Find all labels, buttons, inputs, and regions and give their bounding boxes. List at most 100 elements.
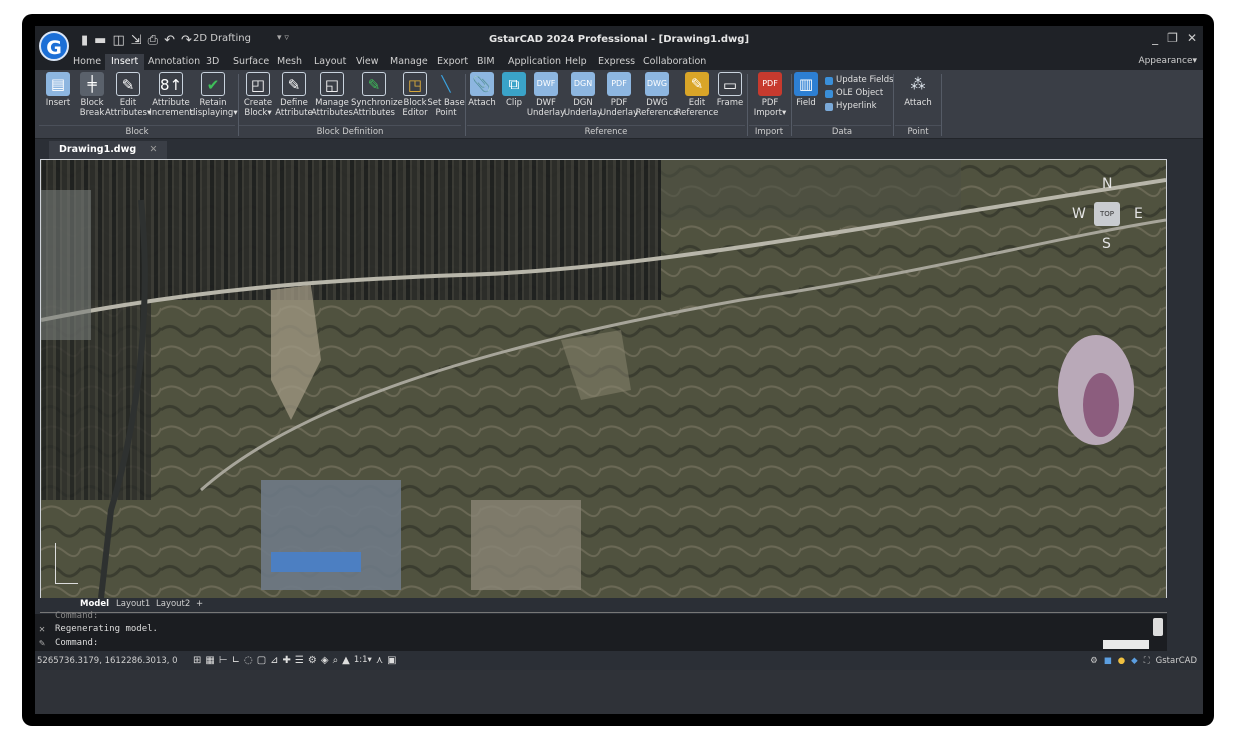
- restore-button[interactable]: ❐: [1167, 31, 1178, 45]
- group-point-cloud: Point Cloud: [895, 125, 941, 149]
- taskbar-area: [35, 670, 1203, 714]
- manage-attributes-button[interactable]: ◱ Manage Attributes: [309, 72, 355, 118]
- tab-3d[interactable]: 3D: [206, 56, 219, 67]
- hyperlink-icon: [825, 102, 833, 111]
- edit-attributes-icon: ✎: [116, 72, 140, 96]
- status-right: ⚙ ■ ● ◆ ⛶ GstarCAD: [1090, 656, 1197, 666]
- manage-attributes-icon: ◱: [320, 72, 344, 96]
- navcube-east[interactable]: E: [1134, 206, 1143, 222]
- horizontal-scrollbar[interactable]: [1103, 640, 1149, 649]
- retain-displaying-button[interactable]: ✔ Retain displaying▾: [190, 72, 238, 118]
- pdf-import-icon: PDF: [758, 72, 782, 96]
- polar-icon[interactable]: ∟: [232, 655, 240, 666]
- block-break-icon: ╪: [80, 72, 104, 96]
- close-button[interactable]: ✕: [1187, 31, 1197, 45]
- annotation-scale[interactable]: 1:1▾: [354, 655, 372, 666]
- document-tab-drawing1[interactable]: Drawing1.dwg ✕: [49, 141, 168, 159]
- brand-label: GstarCAD: [1155, 656, 1197, 666]
- tab-export[interactable]: Export: [437, 56, 468, 67]
- ole-object-button[interactable]: OLE Object: [825, 87, 894, 100]
- object-snap-icon[interactable]: ◌: [244, 655, 253, 666]
- tab-layout1[interactable]: Layout1: [116, 599, 150, 609]
- grid-snap-icon[interactable]: ⊞: [193, 655, 201, 666]
- snap-tracking-icon[interactable]: ▢: [257, 655, 266, 666]
- ribbon-tabs: Home Insert Annotation 3D Surface Mesh L…: [35, 54, 1203, 70]
- close-command-icon[interactable]: ✕: [39, 624, 45, 635]
- layout-tabs: Model Layout1 Layout2 +: [40, 598, 1167, 613]
- annotation-icon[interactable]: ▲: [342, 655, 350, 666]
- layer-icon[interactable]: ◈: [321, 655, 329, 666]
- command-input[interactable]: Command:: [55, 638, 98, 648]
- frame-icon: ▭: [718, 72, 742, 96]
- tab-annotation[interactable]: Annotation: [148, 56, 200, 67]
- tab-help[interactable]: Help: [565, 56, 587, 67]
- command-scrollbar[interactable]: [1153, 618, 1163, 636]
- attribute-increment-button[interactable]: 8↑ Attribute Increment: [148, 72, 194, 118]
- app-logo-icon[interactable]: G: [39, 31, 69, 61]
- close-tab-icon[interactable]: ✕: [150, 144, 158, 155]
- dynamic-ucs-icon[interactable]: ⊿: [270, 655, 278, 666]
- coordinates-readout: 5265736.3179, 1612286.3013, 0: [37, 656, 178, 666]
- tab-model[interactable]: Model: [80, 599, 109, 609]
- tab-surface[interactable]: Surface: [233, 56, 269, 67]
- ortho-icon[interactable]: ⊢: [219, 655, 228, 666]
- tab-express[interactable]: Express: [598, 56, 635, 67]
- attribute-increment-icon: 8↑: [159, 72, 183, 96]
- workspace-icon[interactable]: ▣: [387, 655, 396, 666]
- ribbon-separator: [893, 74, 894, 136]
- status-toggles: ⊞ ▦ ⊢ ∟ ◌ ▢ ⊿ ✚ ☰ ⚙ ◈ ⌕ ▲ 1:1▾ ⋏ ▣: [193, 655, 397, 666]
- view-navigation-cube[interactable]: N S E W TOP: [1068, 174, 1148, 254]
- field-icon: ▥: [794, 72, 818, 96]
- hyperlink-button[interactable]: Hyperlink: [825, 100, 894, 113]
- update-fields-button[interactable]: Update Fields: [825, 74, 894, 87]
- command-pen-icon: ✎: [39, 638, 46, 649]
- insert-block-icon: ▤: [46, 72, 70, 96]
- lightbulb-icon[interactable]: ●: [1118, 656, 1125, 666]
- selection-cycle-icon[interactable]: ⚙: [308, 655, 317, 666]
- settings-gear-icon[interactable]: ⚙: [1090, 656, 1098, 666]
- dynamic-input-icon[interactable]: ✚: [283, 655, 291, 666]
- tab-collaboration[interactable]: Collaboration: [643, 56, 706, 67]
- ole-object-icon: [825, 89, 833, 98]
- ribbon-panel: ▤ Insert ╪ Block Break ✎ Edit Attributes…: [35, 70, 1203, 149]
- fullscreen-icon[interactable]: ⛶: [1144, 656, 1150, 666]
- lock-icon[interactable]: ■: [1104, 656, 1112, 666]
- group-data: Data: [793, 125, 891, 139]
- lineweight-icon[interactable]: ☰: [295, 655, 304, 666]
- data-small-buttons: Update Fields OLE Object Hyperlink: [825, 74, 894, 113]
- point-cloud-attach-button[interactable]: ⁂ Attach: [895, 72, 941, 108]
- command-history-line: Regenerating model.: [55, 624, 158, 634]
- tab-home[interactable]: Home: [73, 56, 101, 67]
- navcube-south[interactable]: S: [1102, 236, 1111, 252]
- tab-manage[interactable]: Manage: [390, 56, 428, 67]
- tab-application[interactable]: Application: [508, 56, 561, 67]
- satellite-image: [41, 160, 1166, 598]
- appearance-menu[interactable]: Appearance▾: [1138, 56, 1197, 66]
- navcube-top-face[interactable]: TOP: [1094, 202, 1120, 226]
- field-button[interactable]: ▥ Field: [783, 72, 829, 108]
- navcube-north[interactable]: N: [1102, 176, 1112, 192]
- app-title: GstarCAD 2024 Professional - [Drawing1.d…: [488, 34, 750, 45]
- tab-insert[interactable]: Insert: [105, 54, 145, 70]
- drawing-viewport[interactable]: N S E W TOP: [40, 159, 1167, 599]
- group-block-definition: Block Definition: [239, 125, 461, 139]
- edit-attributes-button[interactable]: ✎ Edit Attributes▾: [105, 72, 151, 118]
- navcube-west[interactable]: W: [1072, 206, 1086, 222]
- minimize-button[interactable]: _: [1152, 31, 1158, 45]
- add-layout-button[interactable]: +: [196, 599, 203, 609]
- tab-layout2[interactable]: Layout2: [156, 599, 190, 609]
- annotation-visibility-icon[interactable]: ⋏: [376, 655, 383, 666]
- ucs-icon: [55, 543, 78, 584]
- tab-view[interactable]: View: [356, 56, 379, 67]
- group-reference: Reference: [467, 125, 745, 139]
- tab-bim[interactable]: BIM: [477, 56, 495, 67]
- grid-display-icon[interactable]: ▦: [205, 655, 214, 666]
- zoom-icon[interactable]: ⌕: [333, 655, 339, 666]
- synchronize-attributes-button[interactable]: ✎ Synchronize Attributes: [351, 72, 403, 118]
- tab-layout[interactable]: Layout: [314, 56, 346, 67]
- edit-reference-icon: ✎: [685, 72, 709, 96]
- tab-mesh[interactable]: Mesh: [277, 56, 302, 67]
- set-base-point-icon: ╲: [441, 75, 451, 93]
- isolate-icon[interactable]: ◆: [1131, 656, 1138, 666]
- status-bar: 5265736.3179, 1612286.3013, 0 ⊞ ▦ ⊢ ∟ ◌ …: [35, 654, 1203, 670]
